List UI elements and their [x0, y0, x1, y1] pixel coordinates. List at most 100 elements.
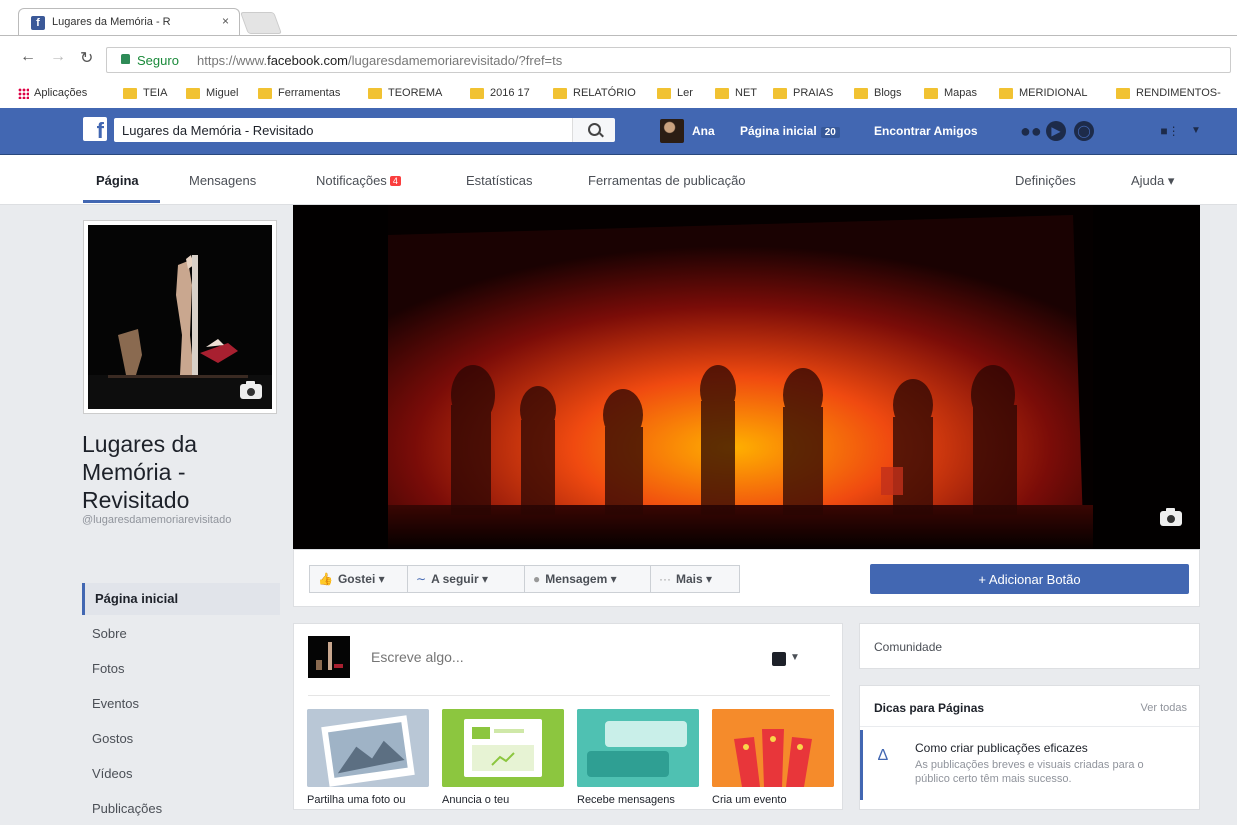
folder-icon — [1116, 87, 1130, 99]
share-photo-label: Partilha uma foto ou — [307, 794, 406, 806]
account-menu-chevron-icon[interactable]: ▼ — [1186, 121, 1206, 141]
tab-notificacoes[interactable]: Notificações 4 — [316, 173, 401, 188]
audience-selector-icon[interactable] — [772, 652, 786, 666]
pen-tip-icon: ∆ — [878, 747, 888, 764]
tab-close-icon[interactable]: × — [222, 14, 229, 28]
sidebar-item-home[interactable]: Página inicial — [82, 583, 280, 615]
see-all-link[interactable]: Ver todas — [1141, 702, 1187, 714]
bookmark-folder[interactable]: 2016 17 — [470, 87, 530, 99]
tab-ajuda[interactable]: Ajuda ▾ — [1131, 173, 1174, 189]
event-card-icon — [712, 709, 834, 787]
find-friends-link[interactable]: Encontrar Amigos — [874, 124, 978, 138]
receive-messages-label: Recebe mensagens — [577, 794, 675, 806]
reload-icon[interactable]: ↻ — [80, 48, 93, 68]
tab-title: Lugares da Memória - R — [52, 16, 171, 28]
folder-icon — [854, 87, 868, 99]
share-photo-card[interactable] — [307, 709, 429, 787]
bookmark-folder[interactable]: MERIDIONAL — [999, 87, 1087, 99]
browser-tabstrip: f Lugares da Memória - R × — [0, 0, 1237, 36]
tip-title[interactable]: Como criar publicações eficazes — [915, 741, 1088, 755]
secure-label: Seguro — [137, 53, 179, 68]
change-profile-camera-icon[interactable] — [240, 381, 262, 399]
messages-icon[interactable]: ▶ — [1046, 121, 1066, 141]
bookmark-folder[interactable]: Mapas — [924, 87, 977, 99]
message-button[interactable]: ● Mensagem ▾ — [524, 565, 651, 593]
profile-picture[interactable] — [83, 220, 277, 414]
folder-icon — [470, 87, 484, 99]
bookmark-folder[interactable]: Ler — [657, 87, 693, 99]
sidebar-item-videos[interactable]: Vídeos — [82, 758, 280, 790]
profile-photo-art — [88, 225, 272, 409]
tab-pagina[interactable]: Página — [96, 173, 139, 188]
tab-mensagens[interactable]: Mensagens — [189, 173, 256, 188]
change-cover-camera-icon[interactable] — [1160, 508, 1182, 526]
folder-icon — [657, 87, 671, 99]
more-button[interactable]: ··· Mais ▾ — [650, 565, 740, 593]
new-tab-button[interactable] — [239, 12, 283, 34]
url-text: https://www.facebook.com/lugaresdamemori… — [197, 53, 563, 68]
tab-ferramentas[interactable]: Ferramentas de publicação — [588, 173, 746, 188]
like-button[interactable]: 👍 Gostei ▾ — [309, 565, 408, 593]
bookmark-folder[interactable]: NET — [715, 87, 757, 99]
community-panel[interactable]: Comunidade — [859, 623, 1200, 669]
url-field[interactable]: Seguro https://www.facebook.com/lugaresd… — [106, 47, 1231, 73]
bookmark-folder[interactable]: RENDIMENTOS- — [1116, 87, 1221, 99]
sidebar-item-posts[interactable]: Publicações — [82, 793, 280, 825]
receive-messages-card[interactable] — [577, 709, 699, 787]
composer-avatar — [308, 636, 350, 678]
bookmark-folder[interactable]: PRAIAS — [773, 87, 833, 99]
audience-chevron-down-icon[interactable]: ▼ — [790, 652, 800, 663]
bookmark-folder[interactable]: TEIA — [123, 87, 167, 99]
post-composer: ▼ Pa — [293, 623, 843, 810]
friend-requests-icon[interactable]: ●● — [1020, 121, 1042, 141]
folder-icon — [715, 87, 729, 99]
bookmark-folder[interactable]: Ferramentas — [258, 87, 340, 99]
search-button[interactable] — [572, 118, 615, 142]
composer-avatar-art — [308, 636, 350, 678]
follow-button[interactable]: ∼ A seguir ▾ — [407, 565, 525, 593]
tab-definicoes[interactable]: Definições — [1015, 173, 1076, 188]
facebook-topbar: f Ana Página inicial20 Encontrar Amigos … — [0, 108, 1237, 155]
folder-icon — [553, 87, 567, 99]
sidebar-item-events[interactable]: Eventos — [82, 688, 280, 720]
bookmark-apps[interactable]: Aplicações — [18, 87, 87, 99]
tip-description: As publicações breves e visuais criadas … — [915, 759, 1144, 785]
facebook-favicon-icon: f — [31, 16, 45, 30]
folder-icon — [123, 87, 137, 99]
profile-link[interactable]: Ana — [692, 124, 715, 138]
browser-tab[interactable]: f Lugares da Memória - R × — [18, 8, 240, 36]
add-button-button[interactable]: + Adicionar Botão — [870, 564, 1189, 594]
user-avatar[interactable] — [660, 119, 684, 143]
photo-card-icon — [307, 709, 429, 787]
messages-card-icon — [577, 709, 699, 787]
advertise-card-icon — [442, 709, 564, 787]
notification-badge: 4 — [389, 176, 401, 186]
tip-accent-bar — [860, 730, 863, 800]
create-event-label: Cria um evento — [712, 794, 787, 806]
page-name: Lugares da Memória - Revisitado — [82, 431, 198, 513]
page-username[interactable]: @lugaresdamemoriarevisitado — [82, 513, 282, 527]
advertise-card[interactable] — [442, 709, 564, 787]
create-event-card[interactable] — [712, 709, 834, 787]
cover-photo[interactable] — [293, 205, 1200, 549]
page-action-bar: 👍 Gostei ▾ ∼ A seguir ▾ ● Mensagem ▾ ··· Mai… — [293, 549, 1200, 607]
quick-help-icon[interactable]: ■⋮ — [1160, 121, 1180, 141]
facebook-logo-icon[interactable]: f — [83, 117, 107, 141]
notifications-globe-icon[interactable]: ◯ — [1074, 121, 1094, 141]
back-arrow-icon[interactable]: ← — [20, 48, 36, 66]
search-input[interactable] — [114, 118, 614, 142]
tab-estatisticas[interactable]: Estatísticas — [466, 173, 532, 188]
cover-photo-art — [293, 205, 1200, 549]
sidebar-item-likes[interactable]: Gostos — [82, 723, 280, 755]
sidebar-item-about[interactable]: Sobre — [82, 618, 280, 650]
bookmark-folder[interactable]: Miguel — [186, 87, 238, 99]
search-icon — [588, 123, 601, 136]
sidebar-item-photos[interactable]: Fotos — [82, 653, 280, 685]
bookmark-folder[interactable]: TEOREMA — [368, 87, 442, 99]
bookmark-folder[interactable]: Blogs — [854, 87, 902, 99]
composer-input[interactable] — [369, 648, 673, 666]
forward-arrow-icon[interactable]: → — [50, 48, 66, 66]
bookmark-folder[interactable]: RELATÓRIO — [553, 87, 636, 99]
page-tips-panel: Dicas para Páginas Ver todas ∆ Como cria… — [859, 685, 1200, 810]
home-link[interactable]: Página inicial 20 — [740, 124, 840, 138]
